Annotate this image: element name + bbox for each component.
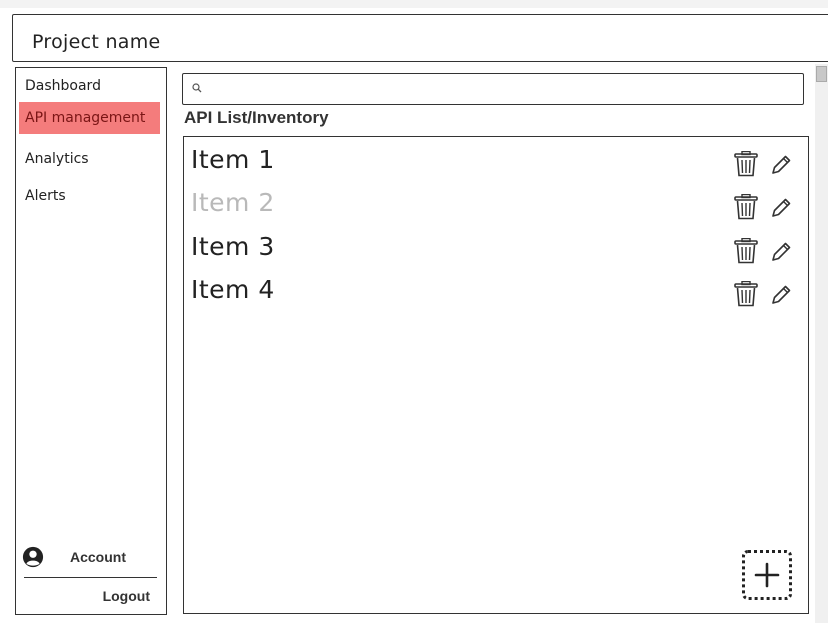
list-item: Item 4: [184, 271, 804, 311]
sidebar-item-api-management[interactable]: API management: [19, 102, 160, 134]
api-list-panel: Item 1 Item 2 Item 3 Item 4: [183, 136, 809, 614]
trash-icon[interactable]: [734, 238, 758, 264]
pencil-icon[interactable]: [770, 197, 792, 219]
logout-link[interactable]: Logout: [16, 588, 150, 604]
add-item-button[interactable]: [742, 550, 792, 600]
scrollbar-thumb[interactable]: [816, 66, 827, 82]
account-menu[interactable]: Account: [22, 544, 160, 570]
search-icon: [192, 83, 202, 93]
sidebar-item-alerts[interactable]: Alerts: [19, 180, 160, 212]
list-item-label[interactable]: Item 2: [191, 188, 275, 217]
section-title: API List/Inventory: [184, 108, 329, 127]
list-item-label[interactable]: Item 3: [191, 232, 275, 261]
user-circle-icon: [22, 546, 44, 568]
sidebar-item-dashboard[interactable]: Dashboard: [19, 70, 160, 102]
page-scrollbar[interactable]: [815, 64, 828, 623]
page: Project name Dashboard API management An…: [0, 0, 828, 623]
list-item-label[interactable]: Item 1: [191, 145, 275, 174]
list-item: Item 1: [184, 141, 804, 181]
top-strip: [0, 0, 828, 8]
trash-icon[interactable]: [734, 281, 758, 307]
trash-icon[interactable]: [734, 151, 758, 177]
pencil-icon[interactable]: [770, 154, 792, 176]
sidebar-item-analytics[interactable]: Analytics: [19, 143, 160, 175]
search-box[interactable]: [182, 73, 804, 105]
list-item-label[interactable]: Item 4: [191, 275, 275, 304]
pencil-icon[interactable]: [770, 241, 792, 263]
sidebar-divider: [24, 577, 157, 578]
trash-icon[interactable]: [734, 194, 758, 220]
account-label: Account: [70, 549, 126, 565]
plus-icon: [754, 562, 780, 588]
project-name-title: Project name: [32, 31, 161, 53]
sidebar: Dashboard API management Analytics Alert…: [15, 67, 167, 615]
list-item: Item 2: [184, 184, 804, 224]
pencil-icon[interactable]: [770, 284, 792, 306]
list-item: Item 3: [184, 228, 804, 268]
app-header: Project name: [12, 14, 828, 62]
search-input[interactable]: [207, 77, 791, 101]
